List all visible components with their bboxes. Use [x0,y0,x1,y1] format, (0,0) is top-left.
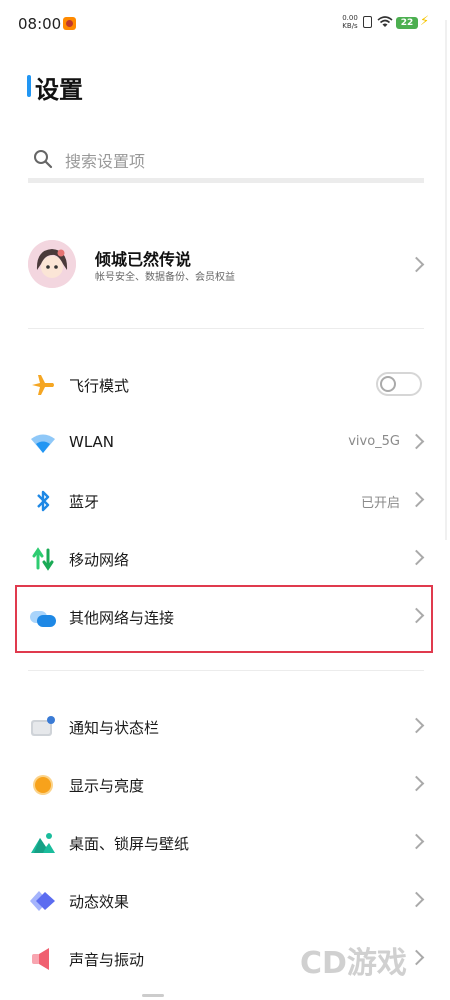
search-icon [34,150,53,169]
highlight-box [15,585,433,653]
animation-label: 动态效果 [69,893,130,911]
sound-label: 声音与振动 [69,951,145,969]
chevron-right-icon [408,256,425,273]
account-subtitle: 帐号安全、数据备份、会员权益 [95,272,235,283]
chevron-right-icon [408,833,425,850]
section-divider [28,670,424,671]
chevron-right-icon [408,491,425,508]
network-speed-value: 0.00 [342,14,358,22]
display-label: 显示与亮度 [69,777,145,795]
bluetooth-icon [37,490,50,512]
settings-row-mobile-network[interactable]: 移动网络 [28,530,425,588]
chevron-right-icon [408,433,425,450]
wlan-label: WLAN [69,433,115,451]
search-placeholder: 搜索设置项 [65,152,146,171]
brightness-icon [33,775,53,795]
settings-row-notifications[interactable]: 通知与状态栏 [28,698,425,756]
section-divider [28,328,424,329]
wlan-value: vivo_5G [348,434,400,449]
network-speed: 0.00 KB/s [340,14,360,30]
account-card[interactable]: 倾城已然传说 帐号安全、数据备份、会员权益 [28,238,425,294]
scrollbar[interactable] [445,20,447,540]
wifi-status-icon [377,16,393,27]
account-name: 倾城已然传说 [95,250,192,269]
notification-icon [31,716,55,736]
home-indicator [142,994,164,997]
status-time: 08:00 [18,15,62,33]
bluetooth-value: 已开启 [360,496,400,511]
wallpaper-icon [31,833,55,853]
search-bar[interactable]: 搜索设置项 [28,140,424,183]
wallpaper-label: 桌面、锁屏与壁纸 [69,835,190,853]
settings-row-wallpaper[interactable]: 桌面、锁屏与壁纸 [28,814,425,872]
settings-row-animation[interactable]: 动态效果 [28,872,425,930]
sim-icon [363,16,372,28]
watermark: CD游戏 [300,946,407,981]
notifications-label: 通知与状态栏 [69,719,160,737]
chevron-right-icon [408,717,425,734]
airplane-mode-label: 飞行模式 [69,377,130,395]
page-title: 设置 [35,76,83,104]
mobile-data-icon [32,547,54,571]
settings-row-bluetooth[interactable]: 蓝牙 已开启 [28,472,425,530]
battery-indicator: 22 [396,17,418,29]
settings-row-airplane-mode[interactable]: 飞行模式 [28,356,424,414]
wifi-icon [31,434,55,453]
chevron-right-icon [408,949,425,966]
network-speed-unit: KB/s [342,22,358,30]
title-accent-bar [27,75,31,97]
speaker-icon [32,948,49,970]
charging-icon: ⚡ [420,14,430,29]
mobile-network-label: 移动网络 [69,551,130,569]
app-notification-icon [63,17,76,30]
avatar [28,240,76,288]
status-bar: 08:00 0.00 KB/s 22 ⚡ [0,0,450,46]
chevron-right-icon [408,891,425,908]
animation-icon [30,891,55,911]
chevron-right-icon [408,775,425,792]
chevron-right-icon [408,549,425,566]
toggle-knob [380,376,396,392]
settings-row-display[interactable]: 显示与亮度 [28,756,425,814]
airplane-mode-toggle[interactable] [376,372,422,396]
bluetooth-label: 蓝牙 [69,493,100,511]
settings-row-wlan[interactable]: WLAN vivo_5G [28,414,425,472]
airplane-icon [32,375,54,395]
